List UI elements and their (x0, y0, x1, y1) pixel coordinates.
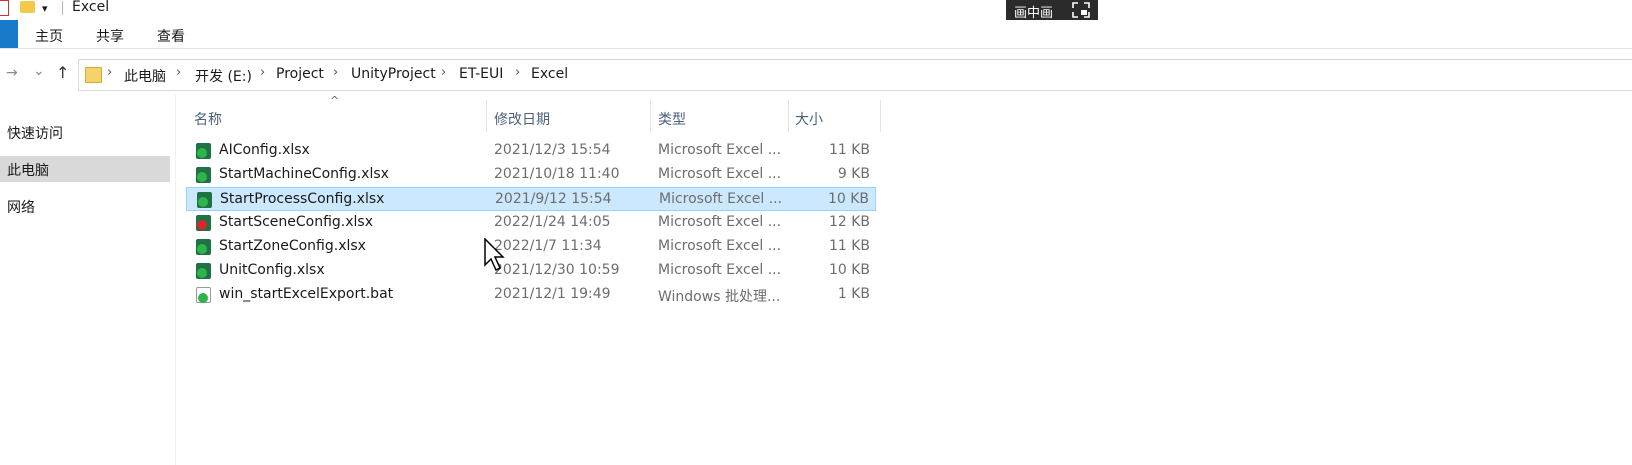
file-type: Microsoft Excel ... (658, 238, 782, 254)
column-divider[interactable] (650, 100, 651, 132)
navigation-bar: → ⌄ ↑ › 此电脑 › 开发 (E:) › Project › UnityP… (0, 57, 1632, 91)
file-type: Microsoft Excel ... (658, 142, 782, 158)
chevron-right-icon[interactable]: › (176, 65, 181, 80)
properties-icon[interactable] (0, 0, 9, 16)
column-divider[interactable] (486, 100, 487, 132)
file-row[interactable]: win_startExcelExport.bat 2021/12/1 19:49… (186, 283, 876, 307)
file-size: 1 KB (837, 286, 870, 302)
navigation-pane: 快速访问 此电脑 网络 (0, 95, 176, 465)
chevron-right-icon[interactable]: › (260, 65, 265, 80)
file-date: 2021/12/30 10:59 (494, 262, 620, 278)
forward-arrow-icon[interactable]: → (6, 65, 18, 81)
breadcrumb-this-pc[interactable]: 此电脑 (124, 66, 166, 86)
chevron-right-icon[interactable]: › (333, 65, 338, 80)
quick-access-dropdown-icon[interactable]: ▾ (42, 2, 48, 15)
column-header-size[interactable]: 大小 (795, 109, 823, 129)
chevron-right-icon[interactable]: › (107, 65, 112, 80)
file-date: 2021/12/1 19:49 (494, 286, 611, 302)
file-row[interactable]: StartSceneConfig.xlsx 2022/1/24 14:05 Mi… (186, 211, 876, 235)
column-divider[interactable] (880, 100, 881, 132)
batch-file-icon (196, 287, 211, 303)
file-size: 12 KB (828, 214, 870, 230)
mouse-cursor-icon (484, 238, 505, 272)
file-row[interactable]: StartZoneConfig.xlsx 2022/1/7 11:34 Micr… (186, 235, 876, 259)
breadcrumb-excel[interactable]: Excel (531, 66, 568, 82)
exit-pip-icon[interactable] (1072, 2, 1090, 18)
tab-share[interactable]: 共享 (96, 26, 124, 46)
title-bar: ▾ Excel (0, 0, 1632, 20)
nav-item-quick-access[interactable]: 快速访问 (0, 119, 170, 145)
file-size: 9 KB (837, 166, 870, 182)
nav-item-this-pc[interactable]: 此电脑 (0, 156, 170, 182)
file-name: AIConfig.xlsx (219, 142, 310, 158)
excel-file-error-icon (196, 215, 211, 231)
nav-item-label: 此电脑 (7, 163, 49, 179)
file-name: StartZoneConfig.xlsx (219, 238, 366, 254)
file-size: 10 KB (828, 262, 870, 278)
excel-file-icon (196, 167, 211, 183)
file-type: Microsoft Excel ... (658, 262, 782, 278)
file-type: Microsoft Excel ... (658, 166, 782, 182)
file-date: 2022/1/7 11:34 (494, 238, 602, 254)
file-type: Microsoft Excel ... (658, 214, 782, 230)
file-size: 11 KB (828, 142, 870, 158)
pip-label: 画中画 (1014, 6, 1054, 21)
folder-icon (85, 67, 102, 83)
file-row[interactable]: AIConfig.xlsx 2021/12/3 15:54 Microsoft … (186, 139, 876, 163)
file-size: 10 KB (827, 191, 869, 207)
file-row[interactable]: UnitConfig.xlsx 2021/12/30 10:59 Microso… (186, 259, 876, 283)
file-date: 2021/9/12 15:54 (495, 191, 612, 207)
file-type: Microsoft Excel ... (659, 191, 783, 207)
column-header-date[interactable]: 修改日期 (494, 109, 550, 129)
breadcrumb-et-eui[interactable]: ET-EUI (459, 66, 503, 82)
nav-item-label: 网络 (7, 200, 35, 216)
file-name: win_startExcelExport.bat (219, 286, 394, 302)
column-header-name[interactable]: 名称 (194, 109, 222, 129)
sort-ascending-icon: ^ (330, 94, 340, 107)
column-divider[interactable] (788, 100, 789, 132)
file-date: 2021/12/3 15:54 (494, 142, 611, 158)
title-divider (62, 1, 63, 15)
ribbon: 主页 共享 查看 (0, 20, 1632, 49)
file-name: StartProcessConfig.xlsx (220, 191, 385, 207)
new-folder-icon[interactable] (20, 1, 35, 13)
excel-file-icon (197, 192, 212, 208)
address-bar[interactable]: › 此电脑 › 开发 (E:) › Project › UnityProject… (78, 59, 1632, 91)
file-name: StartSceneConfig.xlsx (219, 214, 374, 230)
tab-home[interactable]: 主页 (35, 26, 63, 46)
nav-item-network[interactable]: 网络 (0, 193, 170, 219)
excel-file-icon (196, 143, 211, 159)
tab-view[interactable]: 查看 (157, 26, 185, 46)
chevron-right-icon[interactable]: › (441, 65, 446, 80)
file-size: 11 KB (828, 238, 870, 254)
file-name: StartMachineConfig.xlsx (219, 166, 389, 182)
window-title: Excel (72, 0, 110, 15)
breadcrumb-drive-e[interactable]: 开发 (E:) (195, 66, 252, 86)
breadcrumb-project[interactable]: Project (276, 66, 324, 82)
file-date: 2021/10/18 11:40 (494, 166, 620, 182)
file-name: UnitConfig.xlsx (219, 262, 325, 278)
file-row[interactable]: StartMachineConfig.xlsx 2021/10/18 11:40… (186, 163, 876, 187)
excel-file-icon (196, 263, 211, 279)
file-date: 2022/1/24 14:05 (494, 214, 611, 230)
recent-locations-icon[interactable]: ⌄ (33, 63, 45, 79)
excel-file-icon (196, 239, 211, 255)
nav-item-label: 快速访问 (7, 126, 63, 142)
file-row-selected[interactable]: StartProcessConfig.xlsx 2021/9/12 15:54 … (186, 187, 876, 211)
file-type: Windows 批处理... (658, 289, 781, 305)
up-arrow-icon[interactable]: ↑ (56, 63, 69, 82)
breadcrumb-unityproject[interactable]: UnityProject (351, 66, 436, 82)
file-tab[interactable] (0, 20, 18, 48)
column-header-type[interactable]: 类型 (658, 109, 686, 129)
chevron-right-icon[interactable]: › (515, 65, 520, 80)
